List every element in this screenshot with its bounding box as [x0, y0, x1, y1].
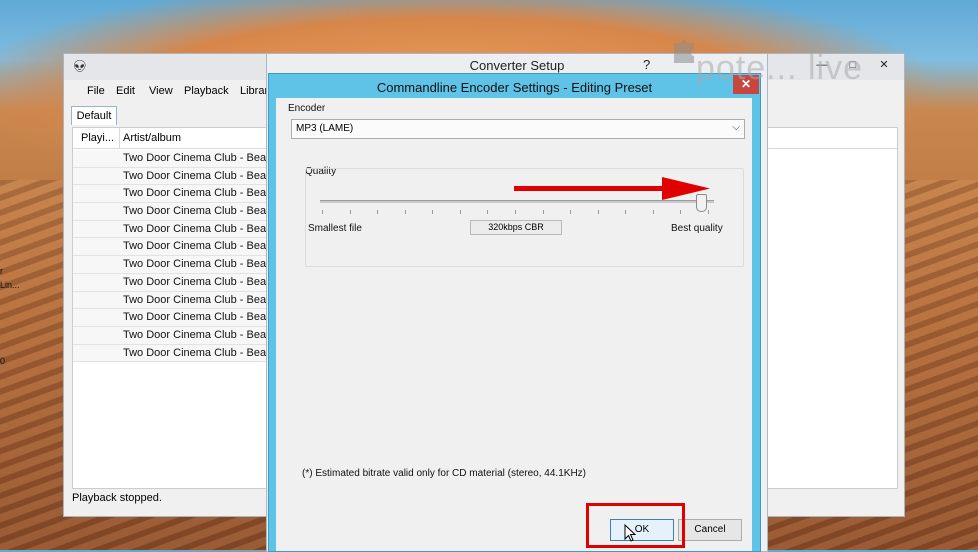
dialog-content: Encoder MP3 (LAME) ⌵ Quality	[276, 98, 752, 551]
menu-file[interactable]: File	[87, 85, 105, 97]
slider-tick	[350, 210, 351, 214]
playlist-row[interactable]: Two Door Cinema Club - Beaco	[73, 238, 268, 257]
bitrate-footnote: (*) Estimated bitrate valid only for CD …	[302, 468, 586, 479]
playlist-row[interactable]: Two Door Cinema Club - Beaco	[73, 167, 268, 186]
playlist-row[interactable]: Two Door Cinema Club - Beaco	[73, 220, 268, 239]
slider-tick	[653, 210, 654, 214]
encoder-settings-dialog: Commandline Encoder Settings - Editing P…	[268, 73, 761, 552]
menu-playback[interactable]: Playback	[184, 85, 229, 97]
menu-library[interactable]: Librar	[240, 85, 268, 97]
slider-tick	[487, 210, 488, 214]
help-button[interactable]: ?	[643, 57, 650, 72]
desktop-text-fragment: 0	[0, 356, 6, 366]
chevron-down-icon: ⌵	[732, 122, 740, 133]
quality-max-label: Best quality	[671, 223, 723, 234]
playlist-row[interactable]: Two Door Cinema Club - Beaco	[73, 203, 268, 221]
column-artist-album[interactable]: Artist/album	[123, 132, 181, 144]
playlist-row[interactable]: Two Door Cinema Club - Beaco	[73, 150, 268, 168]
slider-tick	[405, 210, 406, 214]
watermark-text: pote... live	[696, 49, 863, 87]
playlist-row[interactable]: Two Door Cinema Club - Beaco	[73, 326, 268, 345]
desktop-text-fragment: Lin...	[0, 280, 20, 290]
slider-tick	[377, 210, 378, 214]
encoder-label: Encoder	[288, 103, 326, 114]
watermark: pote... live	[670, 35, 900, 95]
playlist-rows: Two Door Cinema Club - Beaco Two Door Ci…	[73, 150, 268, 363]
tab-default[interactable]: Default	[71, 106, 117, 125]
slider-tick	[598, 210, 599, 214]
slider-tick	[680, 210, 681, 214]
slider-tick	[625, 210, 626, 214]
status-bar-text: Playback stopped.	[72, 492, 162, 504]
playlist-row[interactable]: Two Door Cinema Club - Beaco	[73, 185, 268, 204]
quality-min-label: Smallest file	[308, 223, 362, 234]
playlist-row[interactable]: Two Door Cinema Club - Beaco	[73, 291, 268, 310]
menu-edit[interactable]: Edit	[116, 85, 135, 97]
playlist-row[interactable]: Two Door Cinema Club - Beaco	[73, 273, 268, 292]
red-annotation-arrow	[514, 177, 710, 200]
quality-value-display: 320kbps CBR	[470, 220, 562, 235]
slider-tick	[322, 210, 323, 214]
playlist-row[interactable]: Two Door Cinema Club - Beaco	[73, 344, 268, 363]
slider-tick	[570, 210, 571, 214]
slider-tick	[460, 210, 461, 214]
slider-tick	[432, 210, 433, 214]
column-playing[interactable]: Playi...	[81, 132, 114, 144]
slider-tick	[515, 210, 516, 214]
slider-tick	[708, 210, 709, 214]
cancel-button[interactable]: Cancel	[678, 519, 742, 541]
slider-tick	[543, 210, 544, 214]
column-divider[interactable]	[119, 128, 120, 148]
menu-view[interactable]: View	[149, 85, 173, 97]
desktop-text-fragment: r	[0, 266, 3, 276]
encoder-select[interactable]: MP3 (LAME) ⌵	[291, 119, 745, 139]
encoder-selected-value: MP3 (LAME)	[296, 123, 354, 134]
red-highlight-box	[586, 503, 685, 548]
alien-logo-icon: 👽︎	[72, 59, 88, 73]
playlist-row[interactable]: Two Door Cinema Club - Beaco	[73, 309, 268, 327]
playlist-row[interactable]: Two Door Cinema Club - Beaco	[73, 256, 268, 274]
